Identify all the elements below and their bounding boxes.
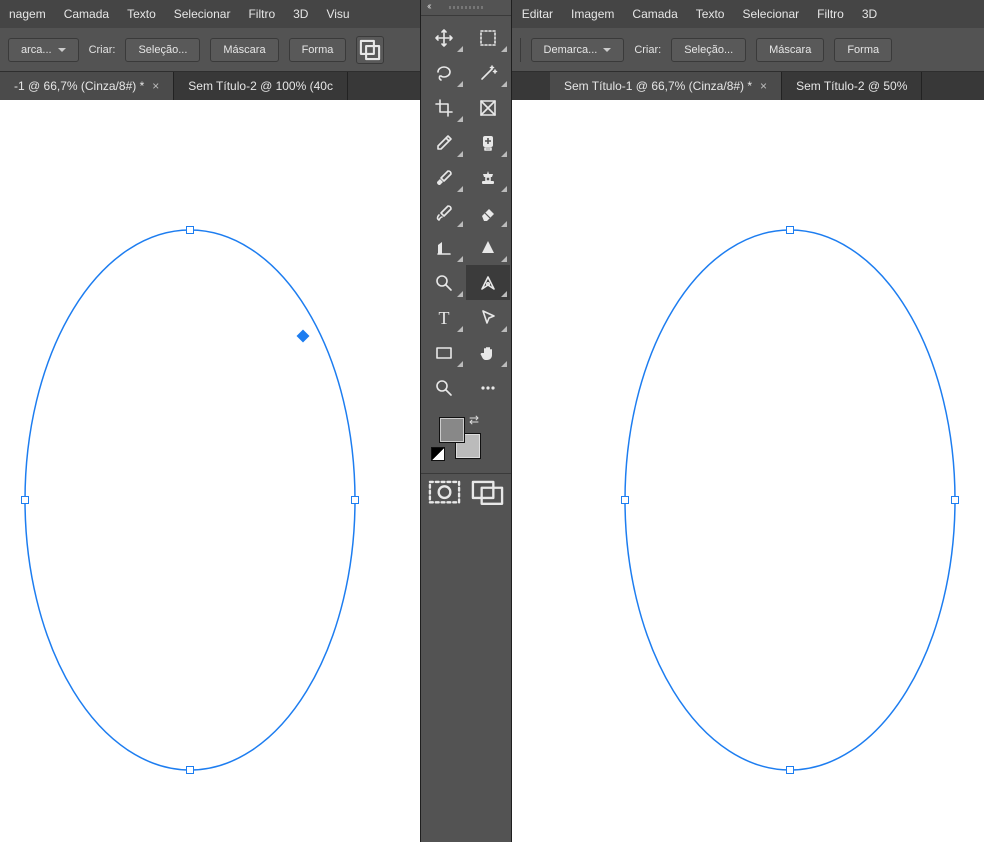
dodge-tool[interactable] [422,265,466,300]
eraser-tool[interactable] [466,195,510,230]
zoom-tool[interactable] [422,370,466,405]
color-swatches: ⇄ [427,411,505,469]
menu-visualizar-partial[interactable]: Visu [317,7,358,21]
magic-wand-tool[interactable] [466,55,510,90]
blur-tool[interactable] [466,230,510,265]
screen-mode-icon[interactable] [470,478,505,506]
lasso-tool[interactable] [422,55,466,90]
option-mascara-button[interactable]: Máscara [756,38,824,62]
menu-texto[interactable]: Texto [687,7,734,21]
option-criar-label: Criar: [89,44,116,56]
history-brush-tool[interactable] [422,195,466,230]
document-tab-label: Sem Título-2 @ 100% (40c [188,79,333,93]
swap-colors-icon[interactable]: ⇄ [469,413,479,427]
document-tab-label: Sem Título-2 @ 50% [796,79,907,93]
collapse-icon[interactable]: ‹‹ [427,1,430,12]
option-forma-button[interactable]: Forma [289,38,347,62]
type-glyph: T [439,309,450,327]
option-mascara-button[interactable]: Máscara [210,38,278,62]
path-anchor-bottom[interactable] [186,766,194,774]
document-tab-strip: -1 @ 66,7% (Cinza/8#) * × Sem Título-2 @… [0,72,420,100]
path-selection-tool[interactable] [466,300,510,335]
marquee-tool[interactable] [466,20,510,55]
option-forma-button[interactable]: Forma [834,38,892,62]
close-icon[interactable]: × [152,79,159,93]
menu-filtro[interactable]: Filtro [808,7,853,21]
document-tab-active[interactable]: -1 @ 66,7% (Cinza/8#) * × [0,72,174,100]
menu-imagem[interactable]: Imagem [562,7,623,21]
move-tool[interactable] [422,20,466,55]
document-tab-label: Sem Título-1 @ 66,7% (Cinza/8#) * [564,79,752,93]
option-selecao-button[interactable]: Seleção... [125,38,200,62]
clone-stamp-tool[interactable] [466,160,510,195]
document-tab-inactive[interactable]: Sem Título-2 @ 100% (40c [174,72,348,100]
path-anchor-bottom[interactable] [786,766,794,774]
option-demarcacao-dropdown[interactable]: arca... [8,38,79,62]
tools-panel-header[interactable]: ‹‹ [421,0,511,16]
edit-toolbar-button[interactable] [466,370,510,405]
separator [520,38,521,62]
document-tab-active[interactable]: Sem Título-1 @ 66,7% (Cinza/8#) * × [550,72,782,100]
menu-texto[interactable]: Texto [118,7,165,21]
path-anchor-right[interactable] [951,496,959,504]
menu-camada[interactable]: Camada [623,7,686,21]
app-window-left: nagem Camada Texto Selecionar Filtro 3D … [0,0,420,842]
brush-tool[interactable] [422,160,466,195]
canvas[interactable] [0,100,420,842]
tools-footer [421,473,511,512]
path-anchor-top[interactable] [786,226,794,234]
default-colors-icon[interactable] [431,447,445,461]
close-icon[interactable]: × [760,79,767,93]
menu-bar: nagem Camada Texto Selecionar Filtro 3D … [0,0,420,28]
menu-camada[interactable]: Camada [55,7,118,21]
option-criar-label: Criar: [634,44,661,56]
healing-brush-tool[interactable] [466,125,510,160]
gradient-tool[interactable] [422,230,466,265]
path-anchor-right[interactable] [351,496,359,504]
foreground-color[interactable] [439,417,465,443]
option-demarcacao-dropdown[interactable]: Demarca... [531,38,625,62]
menu-filtro[interactable]: Filtro [239,7,284,21]
hand-tool[interactable] [466,335,510,370]
menu-3d[interactable]: 3D [284,7,317,21]
crop-tool[interactable] [422,90,466,125]
menu-editar[interactable]: Editar [513,7,562,21]
type-tool[interactable]: T [422,300,466,335]
tools-grid: T [421,16,511,411]
options-bar: arca... Criar: Seleção... Máscara Forma [0,28,420,72]
tools-panel: ‹‹ [420,0,512,842]
eyedropper-tool[interactable] [422,125,466,160]
rectangle-tool[interactable] [422,335,466,370]
path-anchor-top[interactable] [186,226,194,234]
menu-imagem-partial[interactable]: nagem [0,7,55,21]
path-anchor-left[interactable] [21,496,29,504]
document-tab-inactive[interactable]: Sem Título-2 @ 50% [782,72,922,100]
menu-selecionar[interactable]: Selecionar [165,7,240,21]
menu-3d[interactable]: 3D [853,7,886,21]
path-shape[interactable] [0,100,420,842]
path-anchor-left[interactable] [621,496,629,504]
option-selecao-button[interactable]: Seleção... [671,38,746,62]
quick-mask-icon[interactable] [427,478,462,506]
pen-tool[interactable] [466,265,510,300]
menu-selecionar[interactable]: Selecionar [733,7,808,21]
grip-icon[interactable] [449,6,483,9]
frame-tool[interactable] [466,90,510,125]
option-path-ops-icon[interactable] [356,36,384,64]
document-tab-label: -1 @ 66,7% (Cinza/8#) * [14,79,144,93]
